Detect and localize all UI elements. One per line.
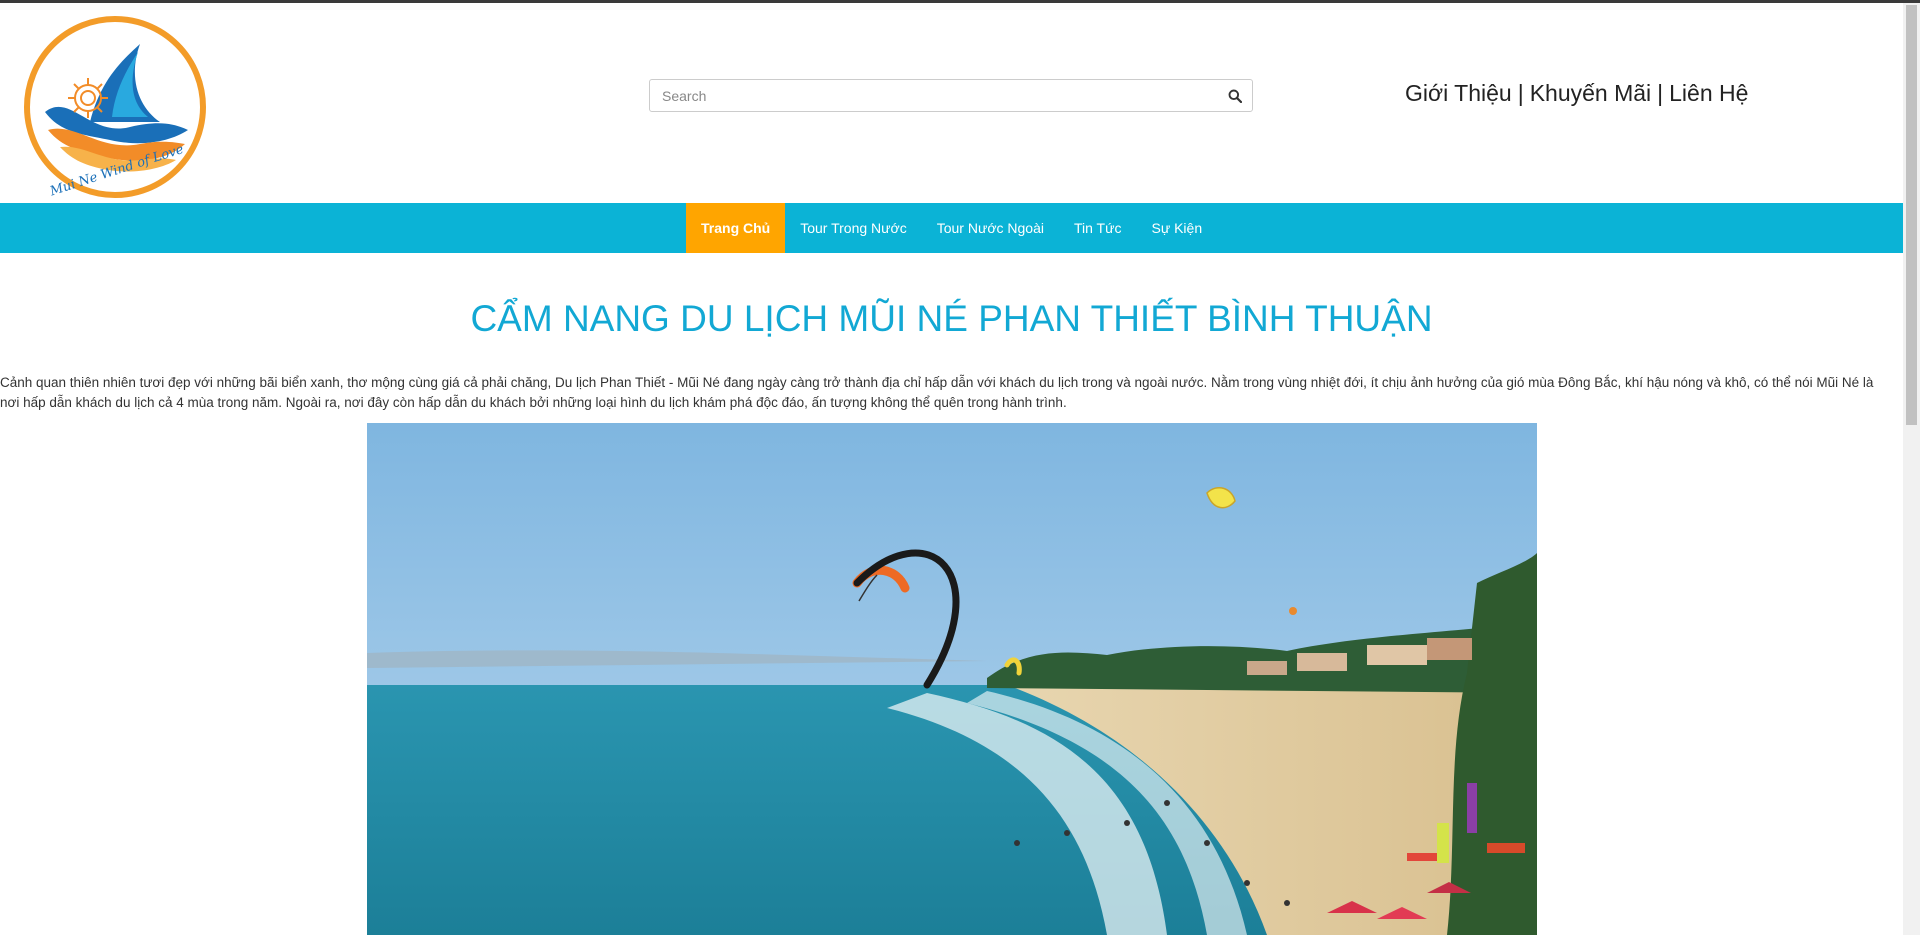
nav-items: Trang Chủ Tour Trong Nước Tour Nước Ngoà… (686, 203, 1217, 253)
beach-kitesurf-photo (367, 423, 1537, 935)
window-top-border (0, 0, 1920, 3)
link-separator: | (1517, 80, 1524, 106)
page-title: CẨM NANG DU LỊCH MŨI NÉ PHAN THIẾT BÌNH … (470, 298, 1433, 339)
scrollbar-thumb[interactable] (1906, 5, 1917, 425)
search-icon (1228, 89, 1242, 103)
link-separator: | (1657, 80, 1664, 106)
nav-item-tour-trong-nuoc[interactable]: Tour Trong Nước (785, 203, 921, 253)
nav-item-su-kien[interactable]: Sự Kiện (1136, 203, 1217, 253)
link-gioi-thieu[interactable]: Giới Thiệu (1405, 80, 1512, 106)
nav-item-trang-chu[interactable]: Trang Chủ (686, 203, 786, 253)
search-button[interactable] (1224, 85, 1246, 107)
main-nav: Trang Chủ Tour Trong Nước Tour Nước Ngoà… (0, 203, 1903, 253)
search-input[interactable] (650, 80, 1234, 111)
link-lien-he[interactable]: Liên Hệ (1669, 80, 1748, 106)
top-links: Giới Thiệu | Khuyến Mãi | Liên Hệ (1405, 80, 1748, 107)
nav-item-tour-nuoc-ngoai[interactable]: Tour Nước Ngoài (922, 203, 1059, 253)
page-scrollbar[interactable] (1903, 3, 1920, 935)
search-box (649, 79, 1253, 112)
nav-item-tin-tuc[interactable]: Tin Tức (1059, 203, 1137, 253)
intro-paragraph: Cảnh quan thiên nhiên tươi đẹp với những… (0, 375, 1874, 410)
mui-ne-logo[interactable]: Mui Ne Wind of Love (20, 12, 210, 202)
link-khuyen-mai[interactable]: Khuyến Mãi (1530, 80, 1651, 106)
